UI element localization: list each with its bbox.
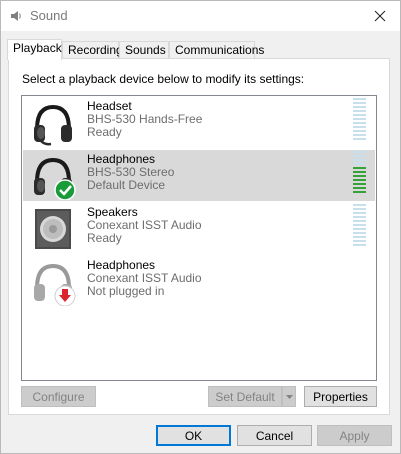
level-meter-segment bbox=[353, 216, 366, 218]
level-meter-segment bbox=[353, 208, 366, 210]
level-meter-segment bbox=[353, 163, 366, 165]
sound-dialog: Sound Playback Recording Sounds Communic… bbox=[0, 0, 401, 454]
device-status: Not plugged in bbox=[87, 284, 165, 298]
level-meter bbox=[353, 98, 366, 142]
level-meter-segment bbox=[353, 240, 366, 242]
level-meter-segment bbox=[353, 155, 366, 157]
level-meter-segment bbox=[353, 171, 366, 173]
device-status: Ready bbox=[87, 231, 122, 245]
level-meter-segment bbox=[353, 183, 366, 185]
close-button[interactable] bbox=[360, 1, 400, 31]
ok-button[interactable]: OK bbox=[156, 425, 231, 446]
playback-panel: Select a playback device below to modify… bbox=[8, 58, 390, 415]
cancel-label: Cancel bbox=[255, 428, 294, 443]
device-item-headphones-conexant[interactable]: Headphones Conexant ISST Audio Not plugg… bbox=[23, 256, 375, 307]
level-meter-segment bbox=[353, 118, 366, 120]
level-meter-segment bbox=[353, 114, 366, 116]
device-item-headphones-bhs530[interactable]: Headphones BHS-530 Stereo Default Device bbox=[23, 150, 375, 201]
configure-button[interactable]: Configure bbox=[21, 386, 96, 407]
level-meter-segment bbox=[353, 236, 366, 238]
level-meter-segment bbox=[353, 138, 366, 140]
level-meter-segment bbox=[353, 126, 366, 128]
cancel-button[interactable]: Cancel bbox=[237, 425, 312, 446]
level-meter-segment bbox=[353, 98, 366, 100]
apply-button[interactable]: Apply bbox=[317, 425, 392, 446]
level-meter-segment bbox=[353, 187, 366, 189]
level-meter bbox=[353, 204, 366, 248]
properties-button[interactable]: Properties bbox=[304, 386, 377, 407]
device-status: Ready bbox=[87, 125, 122, 139]
level-meter-segment bbox=[353, 130, 366, 132]
level-meter-segment bbox=[353, 167, 366, 169]
device-item-headset[interactable]: Headset BHS-530 Hands-Free Ready bbox=[23, 97, 375, 148]
level-meter-segment bbox=[353, 191, 366, 193]
level-meter-segment bbox=[353, 232, 366, 234]
level-meter-segment bbox=[353, 175, 366, 177]
level-meter-segment bbox=[353, 179, 366, 181]
set-default-label: Set Default bbox=[215, 389, 275, 404]
speakers-icon bbox=[35, 209, 71, 249]
set-default-dropdown-button[interactable] bbox=[282, 386, 296, 407]
level-meter-segment bbox=[353, 244, 366, 246]
level-meter-segment bbox=[353, 224, 366, 226]
headphones-default-icon bbox=[34, 157, 76, 200]
level-meter-segment bbox=[353, 228, 366, 230]
level-meter-segment bbox=[353, 220, 366, 222]
tab-playback[interactable]: Playback bbox=[7, 39, 62, 60]
level-meter-segment bbox=[353, 159, 366, 161]
level-meter-segment bbox=[353, 106, 366, 108]
ok-label: OK bbox=[184, 428, 203, 443]
properties-label: Properties bbox=[313, 389, 368, 404]
level-meter-segment bbox=[353, 212, 366, 214]
headphones-unplugged-icon bbox=[34, 263, 76, 306]
configure-label: Configure bbox=[32, 389, 85, 404]
device-status: Default Device bbox=[87, 178, 166, 192]
tab-communications[interactable]: Communications bbox=[169, 41, 264, 59]
tab-recording[interactable]: Recording bbox=[62, 41, 123, 59]
level-meter-segment bbox=[353, 102, 366, 104]
title-bar: Sound bbox=[1, 1, 400, 31]
close-icon bbox=[374, 10, 386, 22]
chevron-down-icon bbox=[285, 394, 293, 399]
window-title: Sound bbox=[30, 8, 68, 23]
level-meter-segment bbox=[353, 134, 366, 136]
headset-icon bbox=[34, 104, 72, 146]
tab-sounds[interactable]: Sounds bbox=[119, 41, 169, 59]
level-meter-segment bbox=[353, 204, 366, 206]
apply-label: Apply bbox=[339, 428, 370, 443]
instruction-text: Select a playback device below to modify… bbox=[22, 72, 305, 86]
speaker-app-icon bbox=[11, 11, 21, 21]
playback-device-list[interactable]: Headset BHS-530 Hands-Free Ready Headpho… bbox=[21, 95, 377, 381]
set-default-button[interactable]: Set Default bbox=[208, 386, 282, 407]
level-meter-segment bbox=[353, 151, 366, 153]
level-meter-segment bbox=[353, 122, 366, 124]
level-meter-segment bbox=[353, 110, 366, 112]
device-item-speakers[interactable]: Speakers Conexant ISST Audio Ready bbox=[23, 203, 375, 254]
level-meter bbox=[353, 151, 366, 195]
